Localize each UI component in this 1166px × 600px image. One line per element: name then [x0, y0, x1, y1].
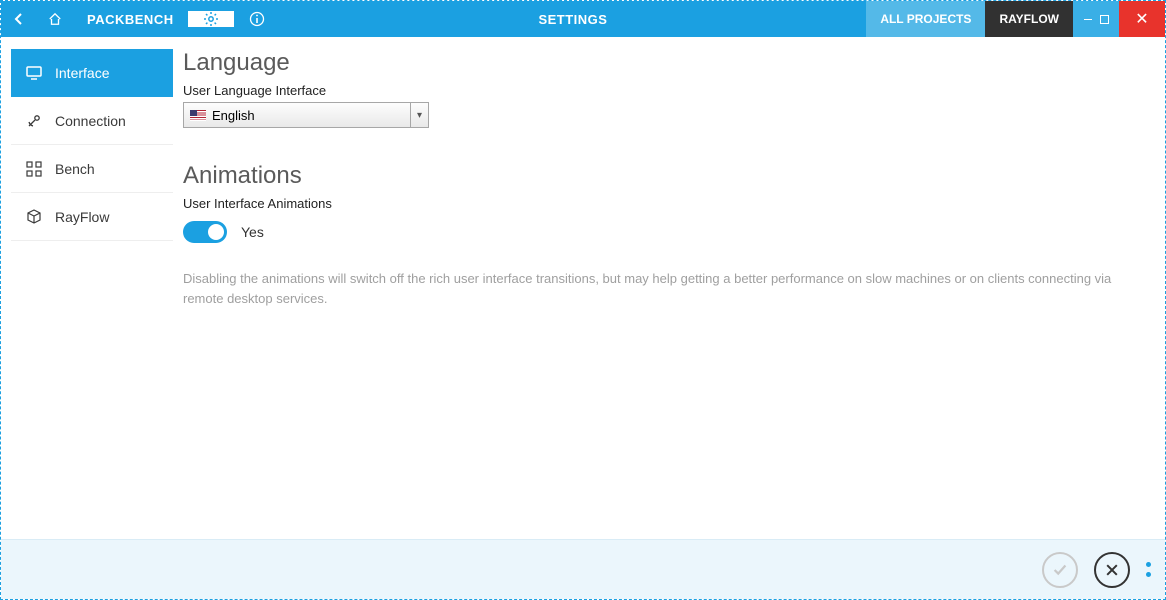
sidebar-item-label: RayFlow [55, 209, 109, 225]
field-label-language: User Language Interface [183, 83, 1125, 98]
animations-toggle[interactable] [183, 221, 227, 243]
window-min-restore-button[interactable] [1073, 1, 1119, 37]
animations-toggle-value: Yes [241, 224, 264, 240]
footer [1, 539, 1165, 599]
checkmark-icon [1051, 561, 1069, 579]
settings-sidebar: Interface Connection Bench RayFlow [11, 49, 173, 539]
animations-help-text: Disabling the animations will switch off… [183, 269, 1125, 308]
close-icon [1104, 562, 1120, 578]
cancel-button[interactable] [1094, 552, 1130, 588]
body: Interface Connection Bench RayFlow [1, 49, 1165, 539]
chevron-down-icon: ▾ [410, 103, 428, 127]
tab-all-projects[interactable]: ALL PROJECTS [866, 1, 985, 37]
sidebar-item-label: Connection [55, 113, 126, 129]
sidebar-item-connection[interactable]: Connection [11, 97, 173, 145]
sidebar-item-bench[interactable]: Bench [11, 145, 173, 193]
section-title-language: Language [183, 49, 1125, 77]
tab-settings[interactable] [188, 11, 234, 27]
section-title-animations: Animations [183, 162, 1125, 190]
apply-button[interactable] [1042, 552, 1078, 588]
titlebar-left: PACKBENCH [1, 1, 280, 37]
window-controls [1073, 1, 1165, 37]
content-pane: Language User Language Interface English… [173, 49, 1165, 539]
language-select-value: English [212, 108, 255, 123]
monitor-icon [25, 64, 43, 82]
tab-info[interactable] [234, 11, 280, 27]
brand-label: PACKBENCH [73, 12, 188, 27]
app-window: PACKBENCH SETTINGS ALL PROJECTS RAYFLOW [0, 0, 1166, 600]
restore-icon [1100, 15, 1109, 24]
modules-icon [25, 160, 43, 178]
more-button[interactable] [1146, 562, 1151, 577]
tab-rayflow[interactable]: RAYFLOW [985, 1, 1073, 37]
sidebar-item-interface[interactable]: Interface [11, 49, 173, 97]
flag-icon [190, 110, 206, 121]
info-icon [249, 11, 265, 27]
minimize-icon [1084, 19, 1092, 20]
titlebar-right: ALL PROJECTS RAYFLOW [866, 1, 1165, 37]
page-title: SETTINGS [280, 1, 867, 37]
sidebar-item-label: Interface [55, 65, 109, 81]
gear-icon [203, 11, 219, 27]
titlebar: PACKBENCH SETTINGS ALL PROJECTS RAYFLOW [1, 1, 1165, 37]
cube-icon [25, 208, 43, 226]
back-button[interactable] [1, 12, 37, 26]
field-label-animations: User Interface Animations [183, 196, 1125, 211]
dot-icon [1146, 562, 1151, 567]
animations-toggle-row: Yes [183, 221, 1125, 243]
dot-icon [1146, 572, 1151, 577]
sidebar-item-rayflow[interactable]: RayFlow [11, 193, 173, 241]
home-button[interactable] [37, 12, 73, 26]
satellite-icon [25, 112, 43, 130]
window-close-button[interactable] [1119, 1, 1165, 37]
language-select[interactable]: English ▾ [183, 102, 429, 128]
sidebar-item-label: Bench [55, 161, 95, 177]
